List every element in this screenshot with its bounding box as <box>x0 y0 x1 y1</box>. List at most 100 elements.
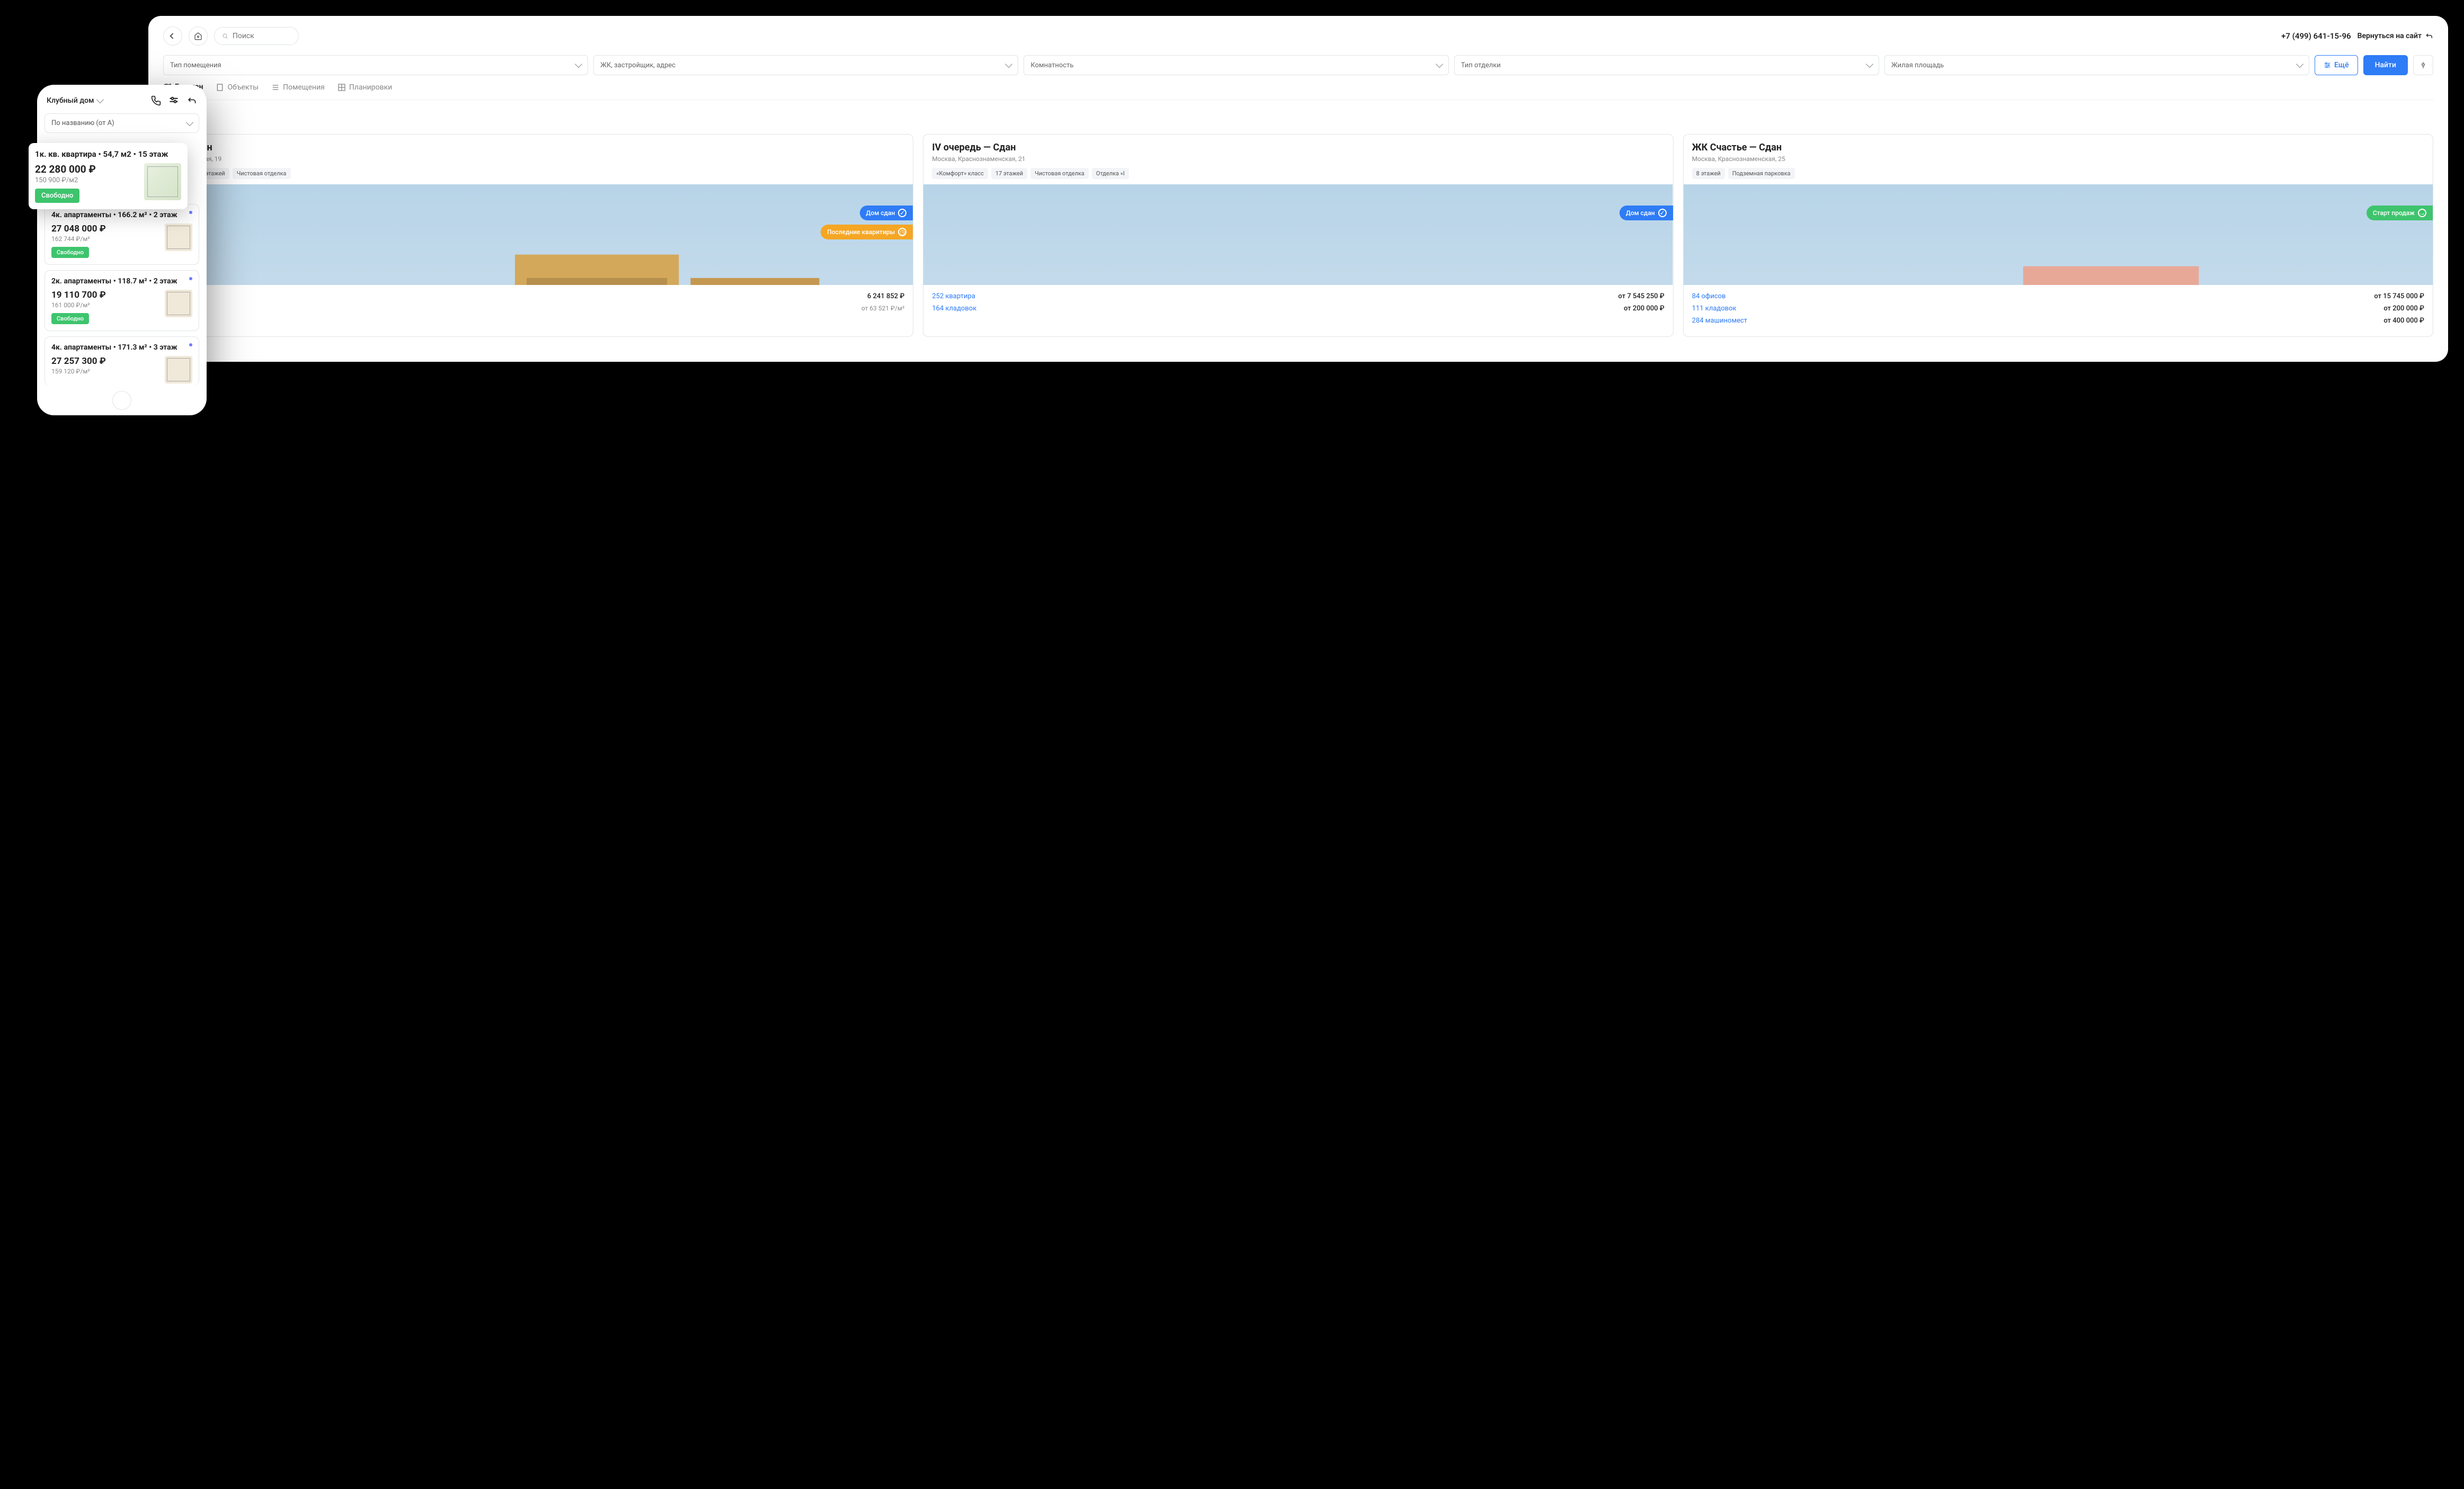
listing-price: 22 280 000 ₽ <box>35 163 96 175</box>
back-button[interactable] <box>186 95 197 106</box>
stat-label[interactable]: 252 квартира <box>932 292 975 300</box>
search-input[interactable] <box>233 32 291 40</box>
more-filters-button[interactable]: Ещё <box>2315 55 2358 75</box>
card-address: Москва, Краснознаменская, 25 <box>1692 155 2424 163</box>
badge-delivered: Дом сдан✓ <box>1620 206 1673 220</box>
listing-price: 27 048 000 ₽ <box>51 224 106 234</box>
building-illustration <box>1684 184 2433 285</box>
stat-value: от 7 545 250 ₽ <box>1618 292 1664 300</box>
mobile-header: Клубный дом <box>37 95 207 113</box>
sliders-icon <box>168 95 179 106</box>
listing-title: 2к. апартаменты • 118.7 м² • 2 этаж <box>51 277 192 286</box>
home-indicator[interactable] <box>112 391 131 410</box>
call-button[interactable] <box>150 95 161 106</box>
page-title: ечный <box>163 110 2433 124</box>
badge-sales-start: Старт продаж→ <box>2367 206 2433 220</box>
filter-area[interactable]: Жилая площадь <box>1884 55 2309 75</box>
tag: 8 этажей <box>1692 168 1725 179</box>
sort-label: По названию (от А) <box>51 119 114 127</box>
filter-complex[interactable]: ЖК, застройщик, адрес <box>593 55 1018 75</box>
badge-delivered: Дом сдан✓ <box>860 206 913 220</box>
building-icon <box>216 83 224 92</box>
stat-sub: от 63 521 ₽/м² <box>861 305 904 312</box>
tab-objects[interactable]: Объекты <box>216 83 259 94</box>
card-image: Старт продаж→ <box>1684 184 2433 285</box>
return-icon <box>186 95 197 106</box>
phone-icon <box>150 95 161 106</box>
listing-ppm: 162 744 ₽/м² <box>51 235 106 243</box>
mobile-title: Клубный дом <box>47 96 94 105</box>
search-box[interactable] <box>214 27 299 45</box>
stat-label[interactable]: 111 кладовок <box>1692 305 1737 313</box>
listing-popup[interactable]: 1к. кв. квартира • 54,7 м2 • 15 этаж 22 … <box>29 143 188 209</box>
topbar: +7 (499) 641-15-96 Вернуться на сайт <box>163 26 2433 46</box>
badge-last-units: Последние кваритиры◷ <box>821 225 913 239</box>
home-icon <box>194 32 202 40</box>
pin-button[interactable] <box>2413 55 2433 75</box>
home-button[interactable] <box>189 26 208 46</box>
mobile-title-dropdown[interactable]: Клубный дом <box>47 96 103 105</box>
desktop-window: +7 (499) 641-15-96 Вернуться на сайт Тип… <box>148 16 2448 362</box>
tag: Подземная парковка <box>1728 168 1795 179</box>
tabs-row: Генплан Объекты Помещения Планировки <box>163 83 2433 100</box>
stat-label[interactable]: 284 машиномест <box>1692 317 1747 325</box>
stat-value: от 15 745 000 ₽ <box>2374 292 2424 300</box>
status-badge: Свободно <box>35 189 79 203</box>
tag: Чистовая отделка <box>233 168 291 179</box>
sliders-icon <box>2324 61 2331 69</box>
return-label: Вернуться на сайт <box>2358 32 2422 40</box>
listing-price: 27 257 300 ₽ <box>51 356 106 367</box>
stat-value: 6 241 852 ₽ <box>867 292 904 300</box>
project-card[interactable]: ь — Сдан ознаменская, 19 асс 17 этажей Ч… <box>163 134 913 337</box>
listing-ppm: 150 900 ₽/м2 <box>35 176 96 184</box>
pin-icon <box>2419 61 2427 69</box>
filter-button[interactable] <box>168 95 179 106</box>
tag: Отделка «I <box>1092 168 1129 179</box>
tab-layouts[interactable]: Планировки <box>337 83 392 94</box>
status-badge: Свободно <box>51 313 89 324</box>
filter-rooms[interactable]: Комнатность <box>1024 55 1448 75</box>
card-title: ЖК Счастье — Сдан <box>1692 142 2424 153</box>
phone-number[interactable]: +7 (499) 641-15-96 <box>2281 31 2351 41</box>
stat-value: от 400 000 ₽ <box>2383 317 2424 325</box>
return-icon <box>2425 32 2433 40</box>
building-illustration <box>923 184 1673 285</box>
filter-finishing[interactable]: Тип отделки <box>1454 55 1879 75</box>
stat-value: от 200 000 ₽ <box>2383 305 2424 313</box>
sort-dropdown[interactable]: По названию (от А) <box>45 113 199 133</box>
listing-item[interactable]: 4к. апартаменты • 171.3 м² • 3 этаж 27 2… <box>45 336 199 386</box>
tag: Чистовая отделка <box>1030 168 1089 179</box>
project-card[interactable]: IV очередь — Сдан Москва, Краснознаменск… <box>923 134 1673 337</box>
back-button[interactable] <box>163 26 182 46</box>
listing-item[interactable]: 4к. апартаменты • 166.2 м² • 2 этаж 27 0… <box>45 204 199 265</box>
listing-ppm: 161 000 ₽/м² <box>51 301 106 309</box>
return-to-site-link[interactable]: Вернуться на сайт <box>2358 32 2433 40</box>
card-address: Москва, Краснознаменская, 21 <box>932 155 1664 163</box>
list-icon <box>271 83 280 92</box>
floorplan-thumbnail <box>144 163 181 200</box>
filter-room-type[interactable]: Тип помещения <box>163 55 588 75</box>
stat-label[interactable]: 164 кладовок <box>932 305 976 313</box>
stat-value: от 200 000 ₽ <box>1624 305 1665 313</box>
building-illustration <box>164 184 913 285</box>
card-title: ь — Сдан <box>172 142 904 153</box>
grid-icon <box>337 83 346 92</box>
find-button[interactable]: Найти <box>2363 55 2408 75</box>
card-image: Дом сдан✓ Последние кваритиры◷ <box>164 184 913 285</box>
listing-title: 1к. кв. квартира • 54,7 м2 • 15 этаж <box>35 149 181 159</box>
status-badge: Свободно <box>51 247 89 258</box>
project-card[interactable]: ЖК Счастье — Сдан Москва, Краснознаменск… <box>1683 134 2433 337</box>
filters-row: Тип помещения ЖК, застройщик, адрес Комн… <box>163 55 2433 75</box>
status-dot <box>189 343 192 346</box>
mobile-device: Клубный дом По названию (от А) 1к. кв. к… <box>37 85 207 415</box>
card-title: IV очередь — Сдан <box>932 142 1664 153</box>
listing-item[interactable]: 2к. апартаменты • 118.7 м² • 2 этаж 19 1… <box>45 270 199 331</box>
card-address: ознаменская, 19 <box>172 155 904 163</box>
floorplan-thumbnail <box>165 224 192 251</box>
stat-label[interactable]: 84 офисов <box>1692 292 1726 300</box>
listing-title: 4к. апартаменты • 166.2 м² • 2 этаж <box>51 211 192 219</box>
tab-rooms[interactable]: Помещения <box>271 83 325 94</box>
listing-ppm: 159 120 ₽/м² <box>51 368 106 375</box>
footer-link[interactable]: е <box>163 343 2433 351</box>
listing-title: 4к. апартаменты • 171.3 м² • 3 этаж <box>51 343 192 352</box>
